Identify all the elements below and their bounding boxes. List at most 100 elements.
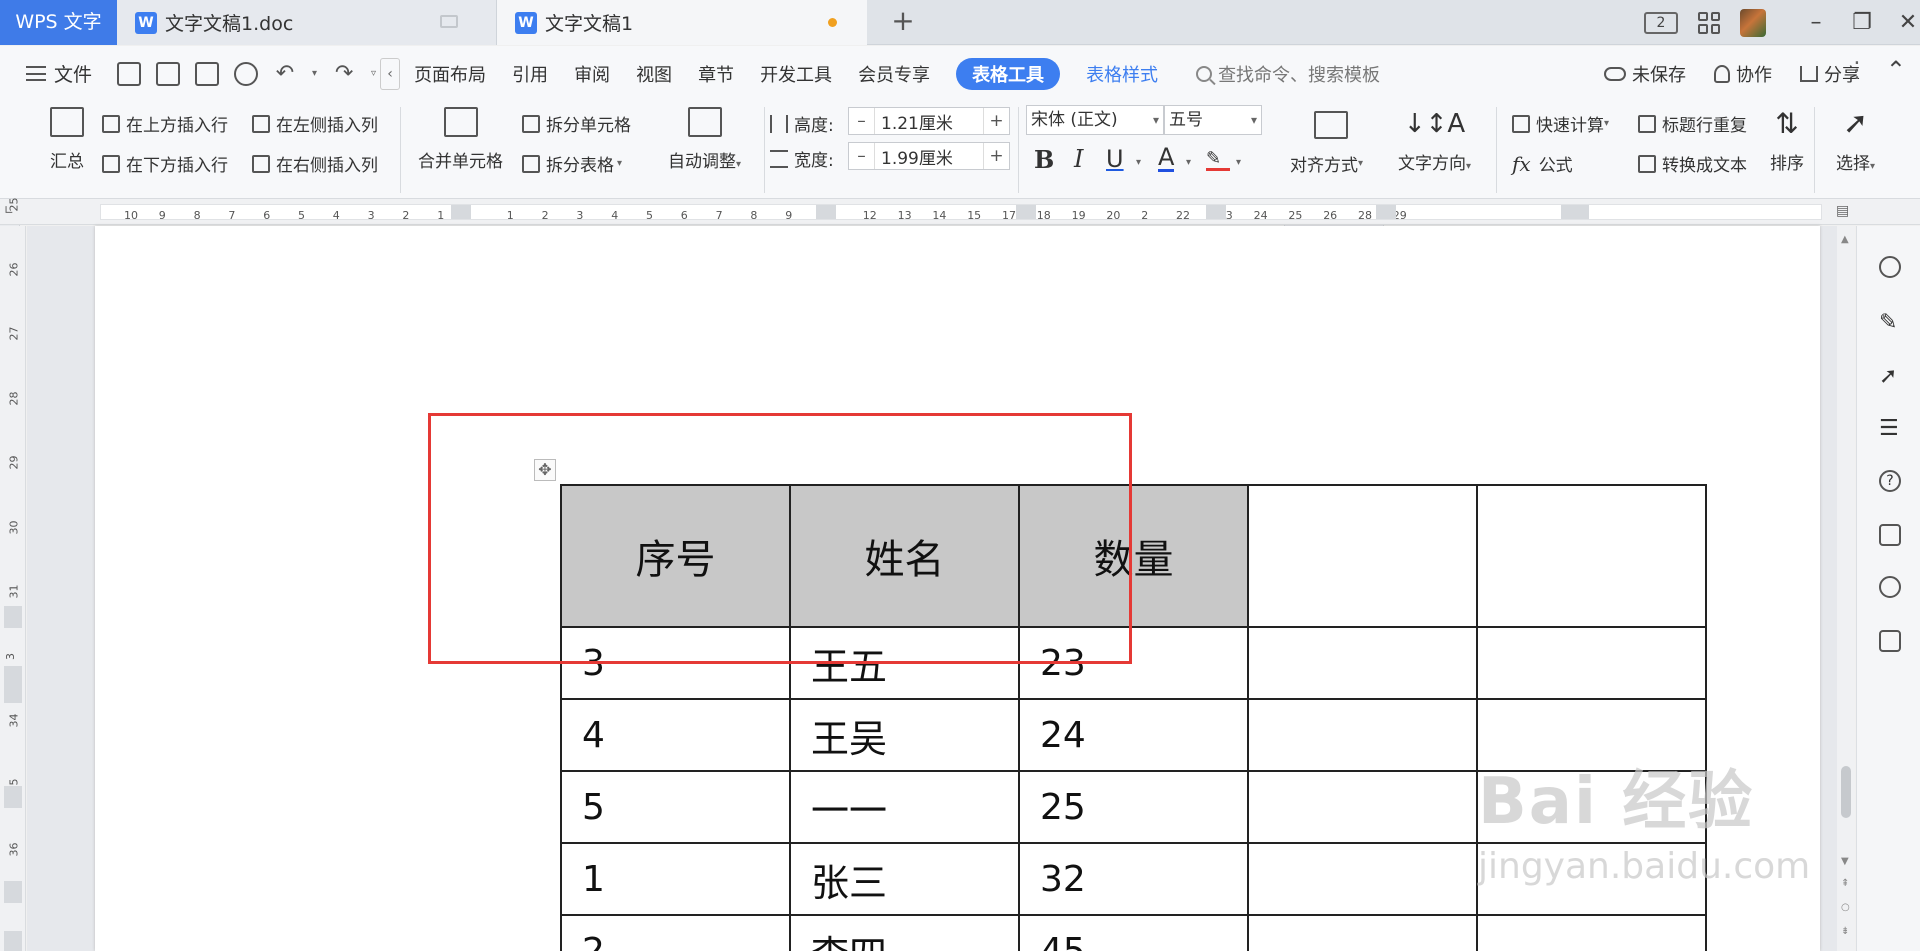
font-name-select[interactable]: 宋体 (正文) xyxy=(1026,105,1164,135)
width-value[interactable]: 1.99厘米 xyxy=(875,144,983,169)
restore-icon[interactable]: ❐ xyxy=(1850,10,1874,35)
formula-button[interactable]: fx 公式 xyxy=(1512,151,1573,177)
height-value[interactable]: 1.21厘米 xyxy=(875,109,983,134)
minimize-icon[interactable]: – xyxy=(1804,10,1828,35)
prev-page-icon[interactable]: ⇞ xyxy=(1841,878,1849,889)
height-decrease-button[interactable]: – xyxy=(849,108,875,134)
ruler-row-marker[interactable] xyxy=(4,881,22,903)
table-cell[interactable]: 一一 xyxy=(789,770,1020,844)
tab-section[interactable]: 章节 xyxy=(698,61,734,87)
width-decrease-button[interactable]: – xyxy=(849,143,875,169)
print-preview-icon[interactable] xyxy=(234,61,258,86)
table-cell[interactable]: 4 xyxy=(560,698,791,772)
save-icon[interactable] xyxy=(117,61,141,86)
export-pdf-icon[interactable] xyxy=(156,61,180,86)
tab-page-layout[interactable]: 页面布局 xyxy=(414,61,486,87)
app-home-tab[interactable]: WPS 文字 xyxy=(0,0,117,45)
table-cell[interactable] xyxy=(1476,914,1707,951)
table-cell[interactable]: 王吴 xyxy=(789,698,1020,772)
split-cells-button[interactable]: 拆分单元格 xyxy=(522,111,631,136)
close-icon[interactable]: ✕ xyxy=(1896,10,1920,35)
align-label[interactable]: 对齐方式 ▾ xyxy=(1290,151,1363,176)
table-cell[interactable]: 2 xyxy=(560,914,791,951)
customize-toolbar-icon[interactable]: ▿ xyxy=(371,68,376,79)
tab-review[interactable]: 审阅 xyxy=(574,61,610,87)
quick-calc-button[interactable]: 快速计算 ▾ xyxy=(1512,111,1609,136)
table-move-handle-icon[interactable]: ✥ xyxy=(534,459,556,481)
tab-developer[interactable]: 开发工具 xyxy=(760,61,832,87)
header-repeat-button[interactable]: 标题行重复 xyxy=(1638,111,1747,136)
table-cell[interactable] xyxy=(1476,626,1707,700)
new-tab-button[interactable]: + xyxy=(888,6,918,38)
height-increase-button[interactable]: + xyxy=(983,108,1009,134)
table-cell[interactable]: 25 xyxy=(1018,770,1249,844)
auto-fit-button[interactable]: 自动调整▾ xyxy=(668,107,741,172)
ruler-column-marker[interactable] xyxy=(1016,205,1036,219)
tab-table-style[interactable]: 表格样式 xyxy=(1086,61,1158,87)
table-cell[interactable]: 张三 xyxy=(789,842,1020,916)
row-height-stepper[interactable]: – 1.21厘米 + xyxy=(848,107,1010,135)
table-cell[interactable]: 1 xyxy=(560,842,791,916)
table-cell[interactable]: 数量 xyxy=(1018,484,1249,628)
undo-dropdown-icon[interactable]: ▾ xyxy=(312,68,317,79)
bold-button[interactable]: B xyxy=(1034,145,1054,174)
unsaved-status[interactable]: 未保存 xyxy=(1604,61,1686,87)
rocket-icon[interactable] xyxy=(1879,256,1901,278)
width-increase-button[interactable]: + xyxy=(983,143,1009,169)
collapse-ribbon-icon[interactable]: ⌃ xyxy=(1886,56,1906,84)
table-row[interactable]: 2李四45 xyxy=(560,914,1707,951)
insert-row-below-button[interactable]: 在下方插入行 xyxy=(102,151,228,176)
table-cell[interactable]: 姓名 xyxy=(789,484,1020,628)
file-menu[interactable]: 文件 xyxy=(0,60,103,87)
table-cell[interactable]: 23 xyxy=(1018,626,1249,700)
merge-cells-button[interactable]: 合并单元格 xyxy=(418,107,503,172)
table-cell[interactable] xyxy=(1247,698,1478,772)
highlight-dropdown-icon[interactable]: ▾ xyxy=(1236,157,1241,168)
tab-doc-2[interactable]: W 文字文稿1 xyxy=(497,0,867,45)
avatar[interactable] xyxy=(1740,8,1766,37)
font-color-dropdown-icon[interactable]: ▾ xyxy=(1186,157,1191,168)
lightning-icon[interactable] xyxy=(1879,576,1901,598)
print-icon[interactable] xyxy=(195,61,219,86)
horizontal-ruler[interactable]: ∟ 10987654321123456789101213141517181920… xyxy=(0,199,1920,225)
convert-text-button[interactable]: 转换成文本 xyxy=(1638,151,1747,176)
scroll-down-icon[interactable]: ▼ xyxy=(1841,856,1849,867)
insert-col-right-button[interactable]: 在右侧插入列 xyxy=(252,151,378,176)
tab-view[interactable]: 视图 xyxy=(636,61,672,87)
insert-col-left-button[interactable]: 在左侧插入列 xyxy=(252,111,378,136)
table-header-row[interactable]: 序号 姓名 数量 xyxy=(560,484,1707,628)
table-row[interactable]: 3 王五 23 xyxy=(560,626,1707,700)
vertical-scrollbar[interactable]: ▲ ▼ ⇞ ○ ⇟ xyxy=(1837,226,1855,951)
undo-icon[interactable]: ↶ xyxy=(273,61,297,86)
ruler-column-marker[interactable] xyxy=(1376,205,1396,219)
pen-icon[interactable]: ✎ xyxy=(1879,312,1901,334)
insert-row-above-button[interactable]: 在上方插入行 xyxy=(102,111,228,136)
redo-icon[interactable]: ↷ xyxy=(332,61,356,86)
summary-button[interactable]: 汇总 xyxy=(50,107,84,172)
tab-doc-1[interactable]: W 文字文稿1.doc xyxy=(117,0,497,45)
scroll-up-icon[interactable]: ▲ xyxy=(1841,234,1849,245)
table-cell[interactable] xyxy=(1247,842,1478,916)
ruler-row-marker[interactable] xyxy=(4,931,22,951)
next-page-icon[interactable]: ⇟ xyxy=(1841,926,1849,937)
underline-button[interactable]: U xyxy=(1106,145,1124,173)
table-cell[interactable]: 5 xyxy=(560,770,791,844)
collaborate-button[interactable]: 协作 xyxy=(1714,61,1772,87)
select-browse-icon[interactable]: ○ xyxy=(1841,902,1850,913)
ruler-column-marker[interactable] xyxy=(1206,205,1226,219)
ruler-column-marker[interactable] xyxy=(1561,205,1589,219)
ribbon-scroll-left-icon[interactable]: ‹ xyxy=(380,57,401,90)
store-icon[interactable] xyxy=(1879,524,1901,546)
split-table-button[interactable]: 拆分表格 ▾ xyxy=(522,151,622,176)
table-cell[interactable]: 李四 xyxy=(789,914,1020,951)
table-cell[interactable]: 序号 xyxy=(560,484,791,628)
tab-member[interactable]: 会员专享 xyxy=(858,61,930,87)
sort-button[interactable]: ⇅ 排序 xyxy=(1770,107,1804,174)
underline-dropdown-icon[interactable]: ▾ xyxy=(1136,157,1141,168)
table-cell[interactable] xyxy=(1247,484,1478,628)
italic-button[interactable]: I xyxy=(1074,145,1083,173)
font-size-select[interactable]: 五号 xyxy=(1164,105,1262,135)
font-color-button[interactable]: A xyxy=(1158,145,1175,172)
window-count-badge[interactable]: 2 xyxy=(1644,11,1678,34)
ruler-row-marker[interactable] xyxy=(4,786,22,808)
